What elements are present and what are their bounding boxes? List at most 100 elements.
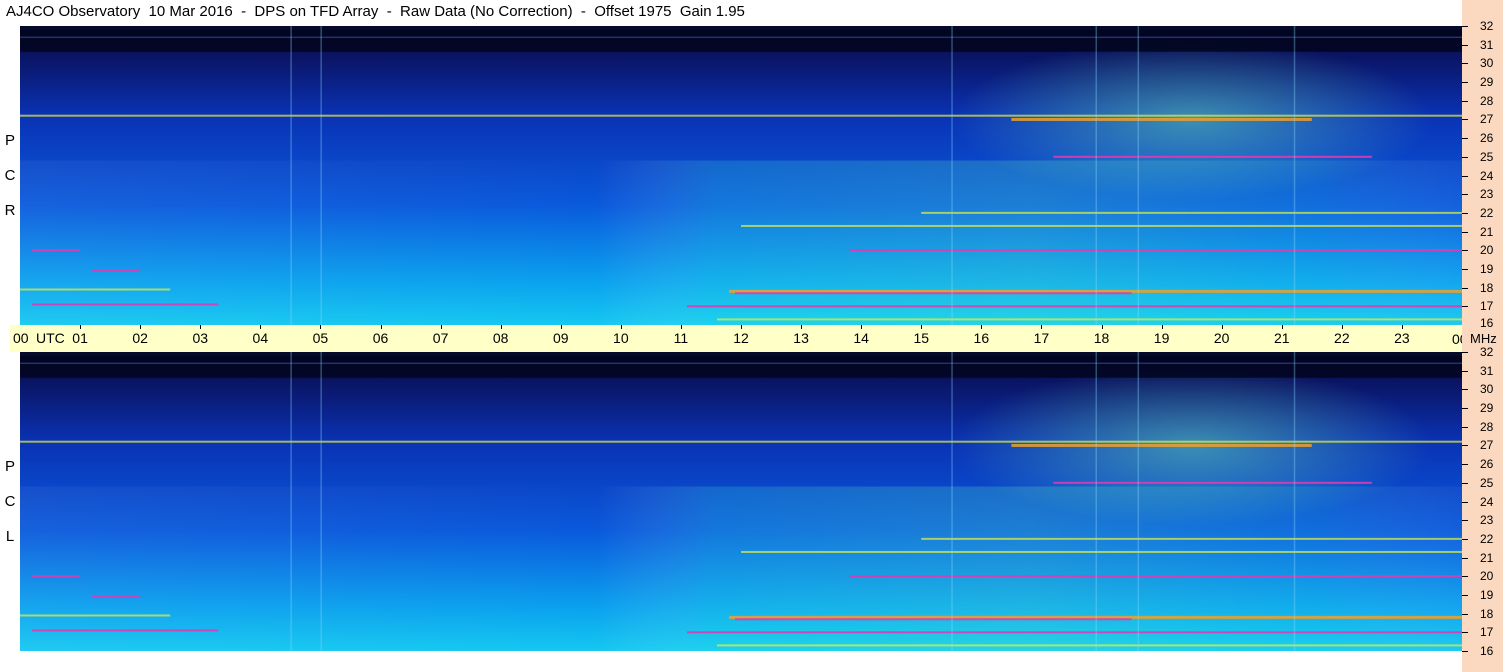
mhz-tick-label: 17 xyxy=(1480,625,1494,640)
utc-tick-mark xyxy=(861,325,863,329)
lcp-vertical-streak-0 xyxy=(290,352,292,651)
lcp-rfi-band-2 xyxy=(20,440,1462,443)
mhz-tick-mark xyxy=(1462,389,1468,391)
mhz-tick-label: 28 xyxy=(1480,419,1494,434)
utc-tick-label: 06 xyxy=(372,330,389,346)
mhz-tick-label: 16 xyxy=(1480,644,1494,658)
mhz-tick-mark xyxy=(1462,501,1468,503)
lcp-rfi-band-14 xyxy=(716,644,1462,647)
rcp-vertical-streak-3 xyxy=(1095,26,1097,325)
mhz-tick-mark xyxy=(1462,44,1468,46)
lcp-rfi-band-5 xyxy=(741,550,1462,553)
mhz-tick-mark xyxy=(1462,538,1468,540)
lcp-rfi-band-4 xyxy=(921,537,1462,540)
mhz-tick-mark xyxy=(1462,557,1468,559)
rcp-polarization-label: P C R xyxy=(0,26,20,325)
mhz-tick-mark xyxy=(1462,464,1468,466)
utc-tick-label: 17 xyxy=(1033,330,1050,346)
utc-tick-label: 12 xyxy=(733,330,749,346)
utc-tick-mark xyxy=(801,325,803,329)
utc-tick-mark xyxy=(680,325,682,329)
lcp-letter-p: P xyxy=(4,458,15,475)
utc-tick-mark xyxy=(440,325,442,329)
mhz-tick-label: 19 xyxy=(1480,587,1494,602)
utc-tick-mark xyxy=(140,325,142,329)
lcp-letter-l: L xyxy=(5,528,15,545)
mhz-tick-label: 26 xyxy=(1480,131,1494,146)
lcp-vertical-streak-1 xyxy=(320,352,322,651)
rcp-rfi-band-3 xyxy=(1053,155,1372,158)
lcp-rfi-band-3 xyxy=(1053,481,1372,484)
utc-tick-mark xyxy=(260,325,262,329)
utc-unit-label: UTC xyxy=(36,330,65,346)
lcp-vertical-streak-3 xyxy=(1095,352,1097,651)
mhz-tick-mark xyxy=(1462,63,1468,65)
mhz-tick-label: 32 xyxy=(1480,19,1494,33)
rcp-letter-r: R xyxy=(4,202,16,219)
rcp-rfi-band-8 xyxy=(92,269,141,272)
mhz-tick-label: 30 xyxy=(1480,56,1494,71)
mhz-tick-mark xyxy=(1462,632,1468,634)
mhz-tick-mark xyxy=(1462,156,1468,158)
utc-tick-mark xyxy=(560,325,562,329)
mhz-tick-mark xyxy=(1462,482,1468,484)
utc-tick-mark xyxy=(981,325,983,329)
utc-tick-label: 23 xyxy=(1394,330,1410,346)
utc-tick-label: 11 xyxy=(673,330,689,346)
utc-tick-label: 16 xyxy=(973,330,990,346)
mhz-tick-label: 26 xyxy=(1480,457,1494,472)
rcp-rfi-band-4 xyxy=(921,211,1462,214)
mhz-tick-mark xyxy=(1462,408,1468,410)
utc-tick-mark xyxy=(1041,325,1043,329)
mhz-tick-mark xyxy=(1462,268,1468,270)
utc-tick-label: 05 xyxy=(312,330,329,346)
mhz-tick-mark xyxy=(1462,306,1468,308)
rcp-letter-p: P xyxy=(4,132,15,149)
mhz-tick-mark xyxy=(1462,231,1468,233)
lcp-top-dark-band xyxy=(20,355,1462,378)
rcp-rfi-band-6 xyxy=(32,249,81,252)
lcp-polarization-label: P C L xyxy=(0,352,20,651)
utc-tick-mark xyxy=(741,325,742,329)
lcp-vertical-streak-2 xyxy=(951,352,953,651)
utc-tick-label: 07 xyxy=(432,330,449,346)
utc-tick-mark xyxy=(1161,325,1163,329)
rcp-spectrogram xyxy=(20,26,1462,325)
utc-tick-label: 20 xyxy=(1213,330,1230,346)
mhz-tick-mark xyxy=(1462,520,1468,522)
rcp-vertical-streak-4 xyxy=(1137,26,1140,325)
utc-tick-mark xyxy=(500,325,502,329)
mhz-tick-label: 17 xyxy=(1480,299,1494,314)
lcp-rfi-band-12 xyxy=(32,629,219,632)
utc-tick-mark xyxy=(320,325,322,329)
rcp-rfi-band-7 xyxy=(849,249,1462,252)
utc-tick-label: 15 xyxy=(913,330,930,346)
rcp-rfi-band-13 xyxy=(686,305,1462,308)
mhz-tick-mark xyxy=(1462,594,1468,596)
rcp-heatmap xyxy=(20,26,1462,325)
mhz-tick-mark xyxy=(1462,352,1468,353)
mhz-tick-mark xyxy=(1462,100,1468,102)
mhz-tick-label: 20 xyxy=(1480,569,1494,584)
lcp-rfi-band-7 xyxy=(849,575,1462,578)
lcp-spectrogram xyxy=(20,352,1462,651)
utc-tick-mark xyxy=(1281,325,1283,329)
mhz-tick-label: 31 xyxy=(1480,37,1494,52)
utc-tick-mark xyxy=(921,325,923,329)
rcp-rfi-band-2 xyxy=(20,114,1462,117)
mhz-tick-label: 29 xyxy=(1480,75,1494,90)
mhz-tick-label: 20 xyxy=(1480,243,1494,258)
mhz-tick-mark xyxy=(1462,250,1468,252)
rcp-vertical-streak-0 xyxy=(290,26,292,325)
utc-tick-label: 10 xyxy=(613,330,629,346)
mhz-unit-label: MHz xyxy=(1470,331,1497,346)
rcp-vertical-streak-5 xyxy=(1293,26,1296,325)
mhz-tick-mark xyxy=(1462,212,1468,214)
utc-tick-mark xyxy=(1341,325,1343,329)
mhz-tick-label: 27 xyxy=(1480,112,1494,127)
rcp-top-dark-band xyxy=(20,29,1462,52)
utc-tick-mark xyxy=(380,325,382,329)
rcp-rfi-band-14 xyxy=(716,318,1462,321)
mhz-tick-label: 25 xyxy=(1480,475,1494,490)
utc-tick-mark xyxy=(80,325,82,329)
